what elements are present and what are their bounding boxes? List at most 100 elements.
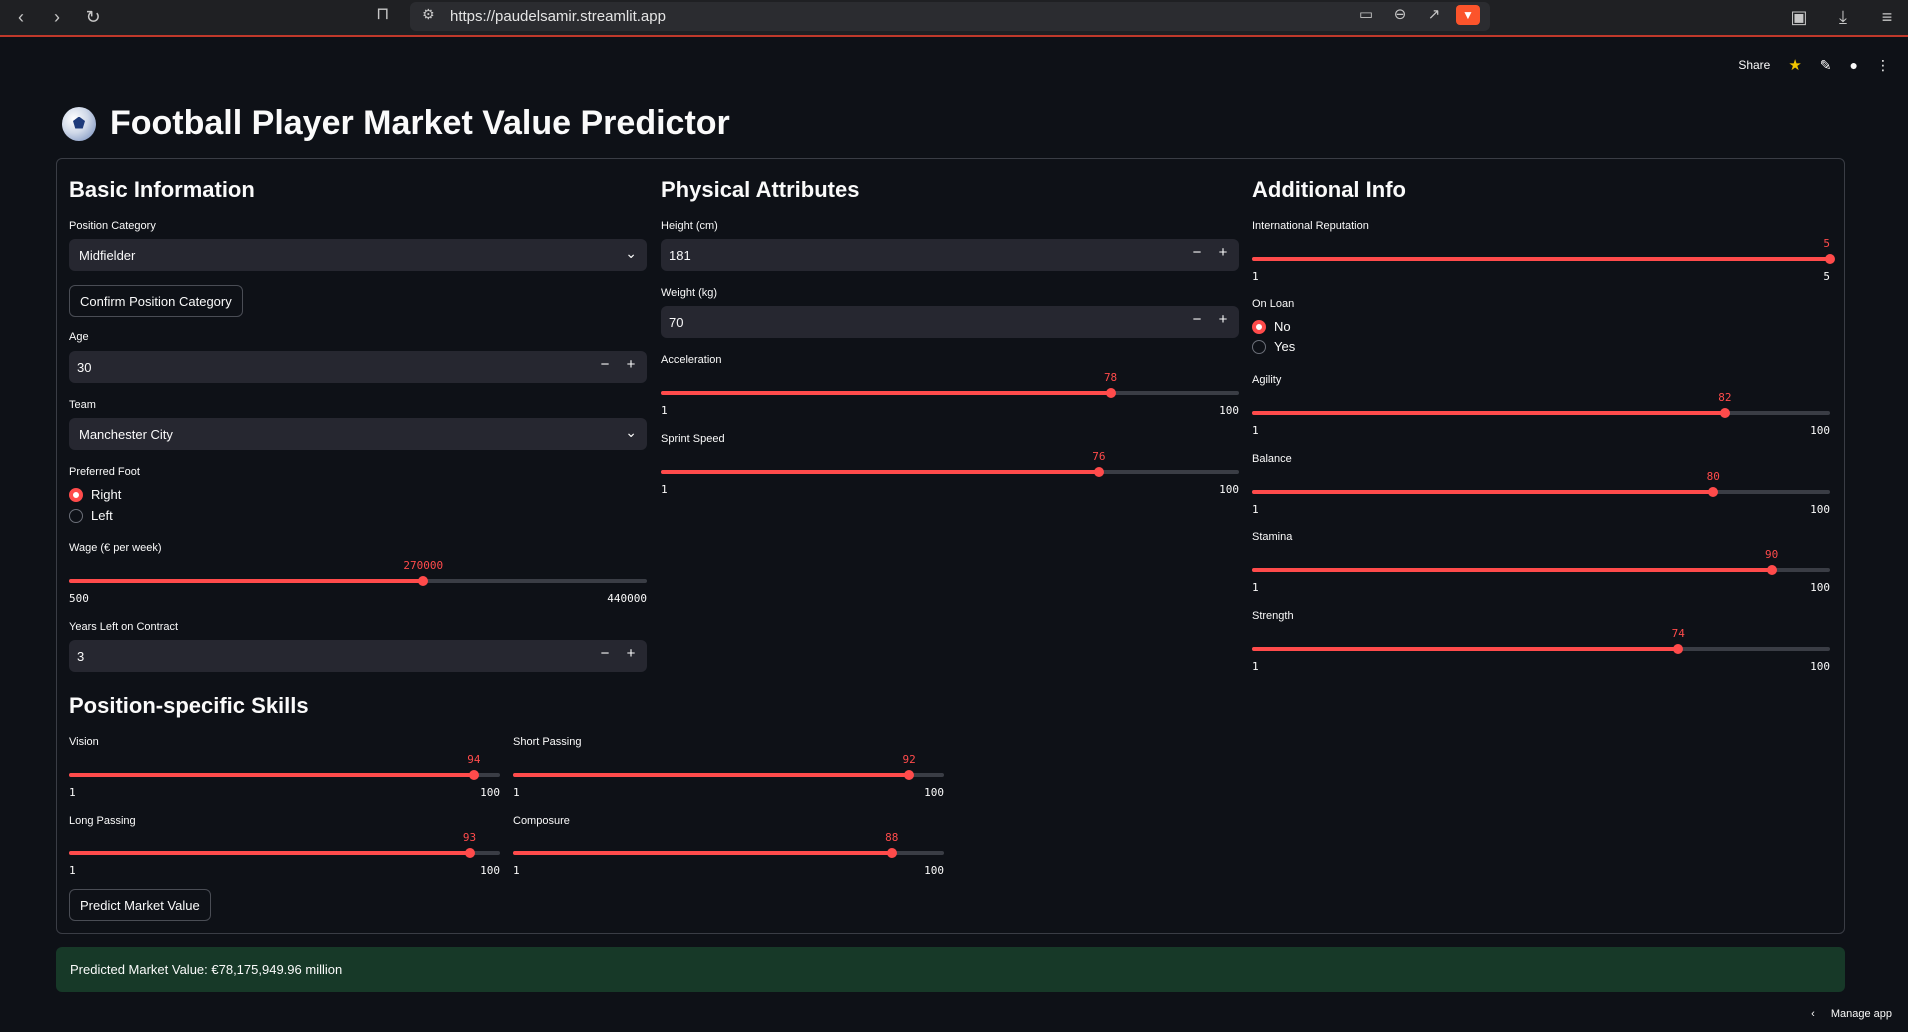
reputation-slider[interactable]: 5 1 5 — [1252, 234, 1835, 283]
age-input[interactable]: 30 − + — [69, 351, 647, 383]
age-decrement-button[interactable]: − — [595, 356, 615, 373]
url-text[interactable]: https://paudelsamir.streamlit.app — [450, 8, 666, 25]
short-passing-slider[interactable]: 92 1 100 — [513, 750, 944, 799]
height-label: Height (cm) — [661, 220, 718, 232]
sidebar-icon[interactable]: ▣ — [1786, 4, 1812, 30]
slider-max: 100 — [1810, 424, 1830, 437]
back-icon[interactable]: ‹ — [8, 4, 34, 30]
slider-thumb[interactable] — [464, 848, 475, 858]
slider-thumb[interactable] — [1105, 388, 1116, 398]
zoom-icon[interactable]: ⊖ — [1388, 5, 1412, 25]
slider-fill — [1252, 257, 1830, 261]
balance-slider[interactable]: 80 1 100 — [1252, 467, 1830, 516]
position-select[interactable]: Midfielder ⌄ — [69, 239, 647, 271]
foot-option-right[interactable]: Right — [69, 487, 121, 502]
strength-slider[interactable]: 74 1 100 — [1252, 624, 1830, 673]
slider-thumb[interactable] — [904, 770, 915, 780]
bookmark-icon[interactable]: ⊓ — [376, 4, 389, 24]
reload-icon[interactable]: ↻ — [80, 4, 106, 30]
weight-input[interactable]: 70 − + — [661, 306, 1239, 338]
contract-input[interactable]: 3 − + — [69, 640, 647, 672]
edit-icon[interactable]: ✎ — [1820, 57, 1832, 74]
slider-max: 100 — [1219, 404, 1239, 417]
slider-thumb[interactable] — [418, 576, 429, 586]
slider-thumb[interactable] — [1719, 408, 1730, 418]
address-bar[interactable]: ⊓ ⚙ https://paudelsamir.streamlit.app ▭ … — [376, 2, 1490, 31]
height-decrement-button[interactable]: − — [1187, 244, 1207, 261]
slider-thumb[interactable] — [1673, 644, 1684, 654]
loan-option-yes[interactable]: Yes — [1252, 339, 1295, 354]
agility-slider[interactable]: 82 1 100 — [1252, 388, 1830, 437]
slider-max: 100 — [480, 864, 500, 877]
download-icon[interactable]: ⤓ — [1830, 4, 1856, 30]
loan-option-label: Yes — [1274, 339, 1296, 354]
slider-fill — [69, 773, 474, 777]
slider-max: 100 — [480, 786, 500, 799]
radio-unselected-icon — [69, 508, 83, 523]
foot-label: Preferred Foot — [69, 466, 140, 478]
slider-value: 93 — [462, 831, 477, 844]
share-page-icon[interactable]: ↗ — [1422, 5, 1446, 25]
slider-min: 1 — [513, 786, 520, 799]
site-settings-icon[interactable]: ⚙ — [422, 6, 435, 23]
slider-fill — [69, 579, 424, 583]
height-value: 181 — [669, 248, 691, 263]
slider-max: 100 — [1219, 483, 1239, 496]
contract-increment-button[interactable]: + — [621, 645, 641, 662]
slider-thumb[interactable] — [1825, 254, 1835, 264]
share-button[interactable]: Share — [1738, 58, 1770, 72]
weight-increment-button[interactable]: + — [1213, 311, 1233, 328]
slider-min: 500 — [69, 592, 89, 605]
prediction-result: Predicted Market Value: €78,175,949.96 m… — [56, 947, 1845, 992]
wage-slider[interactable]: 270000 500 440000 — [69, 556, 647, 605]
sprint-slider[interactable]: 76 1 100 — [661, 447, 1239, 496]
more-menu-icon[interactable]: ⋮ — [1876, 57, 1890, 74]
slider-min: 1 — [1252, 503, 1259, 516]
address-bar-icons: ▭ ⊖ ↗ ▼ — [1354, 5, 1480, 25]
menu-icon[interactable]: ≡ — [1874, 4, 1900, 30]
slider-thumb[interactable] — [886, 848, 897, 858]
composure-slider[interactable]: 88 1 100 — [513, 828, 944, 877]
slider-thumb[interactable] — [1766, 565, 1777, 575]
slider-fill — [1252, 647, 1679, 651]
cast-icon[interactable]: ▭ — [1354, 5, 1378, 25]
slider-value: 74 — [1671, 627, 1685, 640]
weight-value: 70 — [669, 315, 684, 330]
slider-value: 88 — [885, 831, 899, 844]
skills-heading: Position-specific Skills — [69, 693, 309, 718]
height-input[interactable]: 181 − + — [661, 239, 1239, 271]
basic-info-heading: Basic Information — [69, 177, 255, 202]
brave-shields-icon[interactable]: ▼ — [1456, 5, 1480, 25]
weight-label: Weight (kg) — [661, 287, 718, 299]
loan-option-no[interactable]: No — [1252, 319, 1291, 334]
browser-right-icons: ▣ ⤓ ≡ — [1786, 4, 1900, 30]
vision-slider[interactable]: 94 1 100 — [69, 750, 500, 799]
age-increment-button[interactable]: + — [621, 356, 641, 373]
contract-value: 3 — [77, 649, 85, 664]
github-icon[interactable]: ● — [1850, 57, 1858, 73]
acceleration-slider[interactable]: 78 1 100 — [661, 368, 1239, 417]
long-passing-slider[interactable]: 93 1 100 — [69, 828, 500, 877]
page-title-row: Football Player Market Value Predictor — [62, 104, 730, 143]
reputation-label: International Reputation — [1252, 220, 1369, 232]
confirm-position-button[interactable]: Confirm Position Category — [69, 285, 243, 317]
slider-max: 100 — [1810, 503, 1830, 516]
foot-option-left[interactable]: Left — [69, 508, 113, 523]
stamina-slider[interactable]: 90 1 100 — [1252, 545, 1830, 594]
star-icon[interactable]: ★ — [1788, 56, 1801, 74]
slider-min: 1 — [69, 864, 76, 877]
strength-label: Strength — [1252, 610, 1294, 622]
forward-icon[interactable]: › — [44, 4, 70, 30]
chevron-left-icon: ‹ — [1811, 1008, 1815, 1020]
slider-thumb[interactable] — [468, 770, 479, 780]
predict-button[interactable]: Predict Market Value — [69, 889, 211, 921]
contract-decrement-button[interactable]: − — [595, 645, 615, 662]
height-increment-button[interactable]: + — [1213, 244, 1233, 261]
slider-thumb[interactable] — [1093, 467, 1104, 477]
manage-app[interactable]: ‹ Manage app — [1811, 1008, 1892, 1020]
weight-decrement-button[interactable]: − — [1187, 311, 1207, 328]
slider-thumb[interactable] — [1708, 487, 1719, 497]
team-select[interactable]: Manchester City ⌄ — [69, 418, 647, 450]
slider-max: 5 — [1823, 270, 1830, 283]
slider-max: 440000 — [607, 592, 647, 605]
